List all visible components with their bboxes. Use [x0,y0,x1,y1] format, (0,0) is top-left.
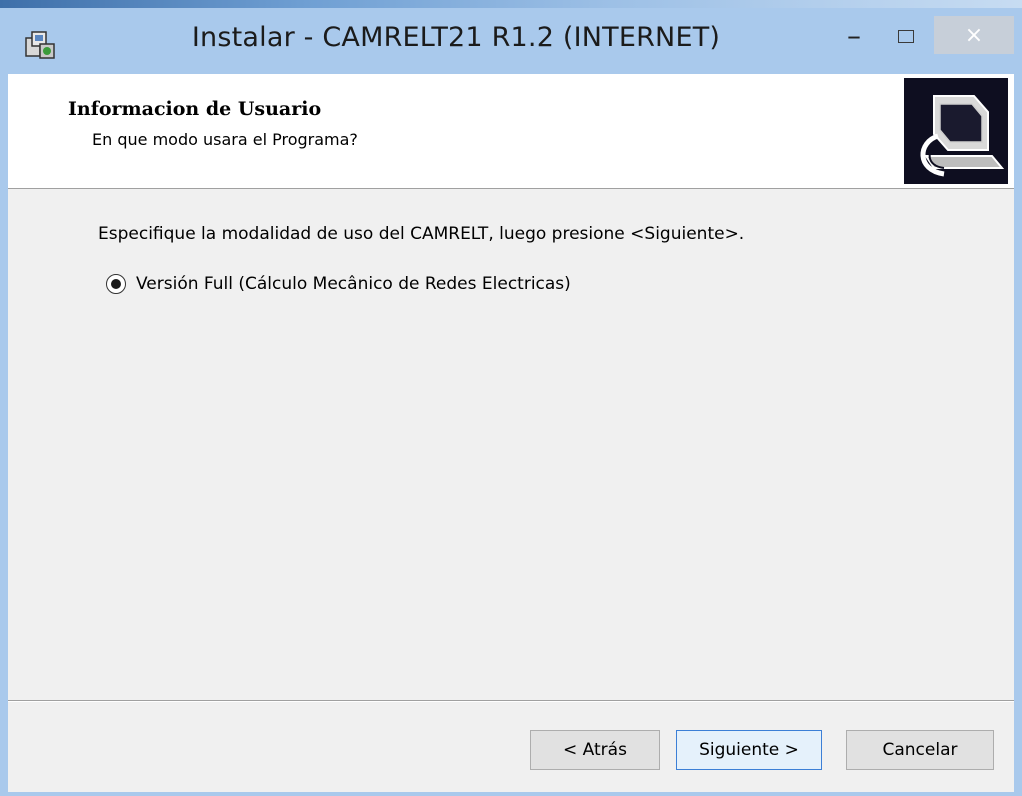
full-version-label[interactable]: Versión Full (Cálculo Mecânico de Redes … [136,274,571,294]
wizard-header: Informacion de Usuario En que modo usara… [8,74,1014,189]
page-subtitle: En que modo usara el Programa? [92,130,358,149]
close-icon: × [964,22,984,48]
footer-divider [8,700,1014,702]
cancel-button[interactable]: Cancelar [846,730,994,770]
back-button[interactable]: < Atrás [530,730,660,770]
page-title: Informacion de Usuario [68,98,322,120]
maximize-button[interactable] [884,16,928,56]
instruction-text: Especifique la modalidad de uso del CAMR… [98,224,745,244]
maximize-icon [898,29,914,43]
installer-window: Instalar - CAMRELT21 R1.2 (INTERNET) – ×… [0,0,1022,796]
desktop-background-strip [0,0,1022,8]
title-bar[interactable]: Instalar - CAMRELT21 R1.2 (INTERNET) – × [0,8,1022,74]
close-button[interactable]: × [934,16,1014,54]
wizard-client-area: Informacion de Usuario En que modo usara… [8,74,1014,792]
minimize-button[interactable]: – [832,16,876,56]
full-version-option[interactable]: Versión Full (Cálculo Mecânico de Redes … [106,274,571,294]
next-button[interactable]: Siguiente > [676,730,822,770]
full-version-radio[interactable] [106,274,126,294]
radio-selected-dot [111,279,121,289]
computer-setup-icon [904,78,1008,184]
minimize-icon: – [847,19,861,52]
